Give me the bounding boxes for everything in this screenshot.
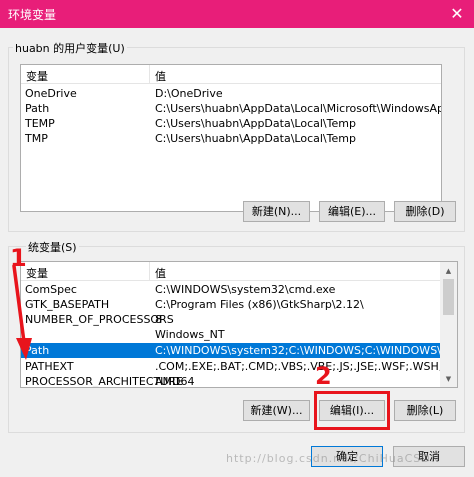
var-value: C:\Program Files (x86)\GtkSharp\2.12\: [155, 298, 364, 311]
close-icon[interactable]: ✕: [440, 0, 474, 28]
table-row[interactable]: OneDrive D:\OneDrive: [21, 86, 441, 101]
dialog-body: huabn 的用户变量(U) 变量 值 OneDrive D:\OneDrive…: [0, 28, 474, 477]
var-value: C:\Users\huabn\AppData\Local\Microsoft\W…: [155, 102, 441, 115]
column-header-value[interactable]: 值: [155, 68, 166, 84]
var-value: AMD64: [155, 375, 195, 388]
var-name: TEMP: [25, 117, 55, 130]
var-name: NUMBER_OF_PROCESSORS: [25, 313, 174, 326]
var-value: 8: [155, 313, 162, 326]
var-value: C:\Users\huabn\AppData\Local\Temp: [155, 132, 356, 145]
var-value: D:\OneDrive: [155, 87, 223, 100]
scroll-up-icon[interactable]: ▲: [440, 264, 457, 278]
var-value: C:\Users\huabn\AppData\Local\Temp: [155, 117, 356, 130]
annotation-highlight-box: [314, 391, 390, 430]
vertical-scrollbar[interactable]: ▲ ▼: [440, 262, 457, 387]
annotation-step-2: 2: [315, 362, 332, 390]
var-value: .COM;.EXE;.BAT;.CMD;.VBS;.VBE;.JS;.JSE;.…: [155, 360, 458, 373]
column-header-name[interactable]: 变量: [26, 68, 48, 84]
table-row[interactable]: TEMP C:\Users\huabn\AppData\Local\Temp: [21, 116, 441, 131]
var-value: C:\WINDOWS\system32\cmd.exe: [155, 283, 336, 296]
annotation-arrow-icon: [12, 264, 32, 360]
column-header-value[interactable]: 值: [155, 265, 166, 281]
system-vars-header: 变量 值: [21, 262, 457, 281]
table-row[interactable]: PATHEXT .COM;.EXE;.BAT;.CMD;.VBS;.VBE;.J…: [21, 359, 457, 374]
table-row[interactable]: TMP C:\Users\huabn\AppData\Local\Temp: [21, 131, 441, 146]
table-row[interactable]: PROCESSOR_ARCHITECTURE AMD64: [21, 374, 440, 388]
user-new-button[interactable]: 新建(N)...: [243, 201, 310, 222]
table-row[interactable]: Windows_NT: [21, 327, 440, 342]
table-row[interactable]: Path C:\Users\huabn\AppData\Local\Micros…: [21, 101, 441, 116]
watermark: http://blog.csdn.net/ChiHuaCSDN: [226, 452, 440, 465]
scroll-down-icon[interactable]: ▼: [440, 372, 457, 386]
table-row[interactable]: NUMBER_OF_PROCESSORS 8: [21, 312, 440, 327]
window-title: 环境变量: [8, 8, 57, 22]
var-name: Path: [25, 102, 50, 115]
user-vars-list[interactable]: 变量 值 OneDrive D:\OneDrive Path C:\Users\…: [20, 64, 442, 212]
table-row-selected[interactable]: Path C:\WINDOWS\system32;C:\WINDOWS;C:\W…: [21, 343, 457, 358]
user-delete-button[interactable]: 删除(D): [394, 201, 456, 222]
system-delete-button[interactable]: 删除(L): [394, 400, 456, 421]
scrollbar-thumb[interactable]: [443, 279, 454, 315]
user-vars-header: 变量 值: [21, 65, 441, 84]
system-vars-list[interactable]: 变量 值 ComSpec C:\WINDOWS\system32\cmd.exe…: [20, 261, 458, 388]
var-name: OneDrive: [25, 87, 77, 100]
user-edit-button[interactable]: 编辑(E)...: [319, 201, 385, 222]
var-value: Windows_NT: [155, 328, 225, 341]
user-vars-label: huabn 的用户变量(U): [13, 40, 127, 56]
system-vars-label: 统变量(S): [26, 239, 79, 255]
table-row[interactable]: ComSpec C:\WINDOWS\system32\cmd.exe: [21, 282, 440, 297]
title-bar: 环境变量 ✕: [0, 0, 474, 28]
var-value: C:\WINDOWS\system32;C:\WINDOWS;C:\WINDOW…: [155, 344, 457, 357]
var-name: TMP: [25, 132, 48, 145]
table-row[interactable]: GTK_BASEPATH C:\Program Files (x86)\GtkS…: [21, 297, 440, 312]
system-new-button[interactable]: 新建(W)...: [243, 400, 310, 421]
